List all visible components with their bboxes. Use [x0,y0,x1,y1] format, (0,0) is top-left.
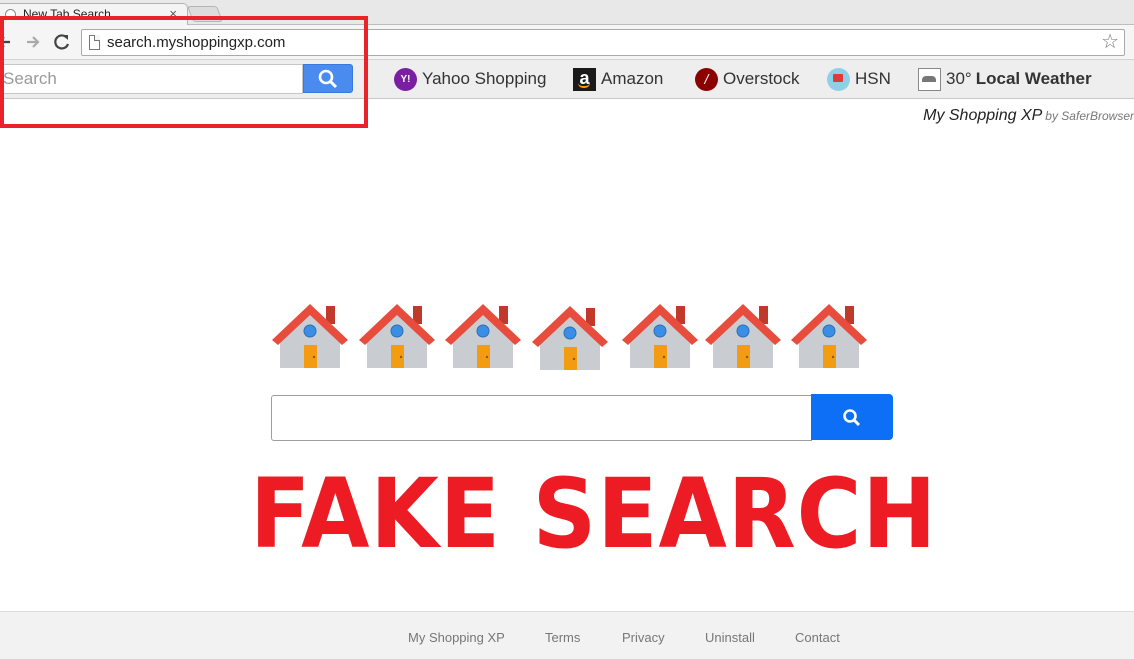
back-button[interactable] [0,32,14,52]
toolbar-search-input[interactable] [0,64,303,94]
main-search-input[interactable] [271,395,812,441]
magnifier-icon [318,69,338,89]
browser-tab[interactable]: New Tab Search × [0,3,188,25]
toolbar-search-button[interactable] [303,64,353,93]
brand-label: My Shopping XP by SaferBrowser [923,107,1134,125]
amazon-label: Amazon [601,69,664,88]
tab-strip: New Tab Search × [0,0,1134,25]
tab-favicon-icon [5,9,16,20]
footer-link-privacy[interactable]: Privacy [622,630,665,645]
house-logo-row [268,300,873,372]
url-text[interactable]: search.myshoppingxp.com [107,34,285,51]
footer-link-home[interactable]: My Shopping XP [408,630,505,645]
house-icon [355,300,439,370]
house-icon [528,302,612,372]
amazon-link[interactable]: a Amazon [573,67,663,91]
footer: My Shopping XP Terms Privacy Uninstall C… [0,611,1134,659]
footer-link-contact[interactable]: Contact [795,630,840,645]
magnifier-icon [843,409,861,427]
hsn-icon [827,67,850,91]
arrow-right-icon [27,36,40,48]
hsn-link[interactable]: HSN [827,67,891,91]
main-search-button[interactable] [811,394,893,440]
house-icon [701,300,785,370]
brand-by: by SaferBrowser [1045,109,1134,123]
overstock-label: Overstock [723,69,800,88]
hsn-label: HSN [855,69,891,88]
reload-icon [54,34,70,50]
weather-label: Local Weather [975,69,1092,88]
extension-toolbar: Y! Yahoo Shopping a Amazon / Overstock H… [0,60,1134,99]
yahoo-icon: Y! [394,67,417,91]
footer-link-uninstall[interactable]: Uninstall [705,630,755,645]
amazon-icon: a [573,67,596,91]
overstock-link[interactable]: / Overstock [695,67,800,91]
page-icon [89,35,100,50]
yahoo-shopping-link[interactable]: Y! Yahoo Shopping [394,67,546,91]
house-icon [441,300,525,370]
reload-button[interactable] [52,32,72,52]
address-bar[interactable]: search.myshoppingxp.com ☆ [81,29,1125,56]
weather-temperature: 30° [946,69,972,88]
brand-name: My Shopping XP [923,107,1043,124]
weather-icon [918,67,941,91]
fake-search-watermark: FAKE SEARCH [250,458,938,570]
navigation-bar: search.myshoppingxp.com ☆ [0,25,1134,60]
overstock-icon: / [695,67,718,91]
house-icon [268,300,352,370]
yahoo-shopping-label: Yahoo Shopping [422,69,547,88]
forward-button[interactable] [23,32,43,52]
star-icon[interactable]: ☆ [1101,32,1119,52]
house-icon [618,300,702,370]
tab-title: New Tab Search [23,7,111,21]
tab-close-icon[interactable]: × [169,6,177,21]
new-tab-button[interactable] [187,6,223,22]
local-weather-link[interactable]: 30° Local Weather [918,67,1092,91]
arrow-left-icon [0,36,10,48]
house-icon [787,300,871,370]
footer-link-terms[interactable]: Terms [545,630,580,645]
